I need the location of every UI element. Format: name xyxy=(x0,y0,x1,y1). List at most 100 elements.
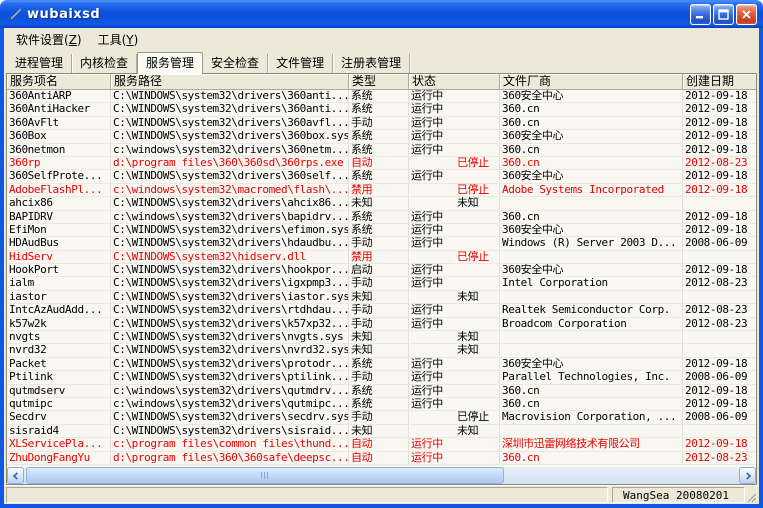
tab-process[interactable]: 进程管理 xyxy=(7,54,72,73)
cell-name: qutmipc xyxy=(7,398,111,410)
resize-grip[interactable] xyxy=(745,490,758,503)
cell-type: 手动 xyxy=(349,237,409,249)
cell-date: 2012-08-23 xyxy=(683,277,756,289)
cell-path: C:\WINDOWS\system32\drivers\k57xp32... xyxy=(111,318,349,330)
cell-vendor: 360.cn xyxy=(500,452,683,464)
minimize-button[interactable] xyxy=(690,4,711,25)
cell-vendor xyxy=(500,425,683,437)
column-header-path[interactable]: 服务路径 xyxy=(111,74,349,90)
menu-item-tools[interactable]: 工具(Y) xyxy=(90,28,147,51)
close-button[interactable] xyxy=(736,4,757,25)
cell-vendor: 360安全中心 xyxy=(500,130,683,142)
table-row[interactable]: SecdrvC:\WINDOWS\system32\drivers\secdrv… xyxy=(7,411,756,424)
table-row[interactable]: PacketC:\WINDOWS\system32\drivers\protod… xyxy=(7,358,756,371)
cell-path: C:\WINDOWS\system32\drivers\iastor.sys xyxy=(111,291,349,303)
thumb-grip-icon xyxy=(261,472,270,479)
tab-kernel[interactable]: 内核检查 xyxy=(72,54,137,73)
cell-vendor: 深圳市迅雷网络技术有限公司 xyxy=(500,438,683,450)
table-row[interactable]: HidServC:\WINDOWS\system32\hidserv.dll禁用… xyxy=(7,251,756,264)
cell-date: 2012-08-23 xyxy=(683,304,756,316)
cell-type: 自动 xyxy=(349,438,409,450)
sword-app-icon xyxy=(7,6,23,22)
column-header-name[interactable]: 服务项名 xyxy=(7,74,111,90)
cell-vendor: Adobe Systems Incorporated xyxy=(500,184,683,196)
scrollbar-track[interactable] xyxy=(24,467,739,484)
cell-name: BAPIDRV xyxy=(7,211,111,223)
cell-type: 未知 xyxy=(349,331,409,343)
cell-vendor: Macrovision Corporation, ... xyxy=(500,411,683,423)
table-row[interactable]: nvrd32C:\WINDOWS\system32\drivers\nvrd32… xyxy=(7,344,756,357)
table-row[interactable]: BAPIDRVc:\windows\system32\drivers\bapid… xyxy=(7,211,756,224)
cell-status: 运行中 xyxy=(409,385,500,397)
scroll-right-button[interactable] xyxy=(739,467,756,484)
table-row[interactable]: 360AntiARPC:\WINDOWS\system32\drivers\36… xyxy=(7,90,756,103)
column-header-vendor[interactable]: 文件厂商 xyxy=(500,74,683,90)
cell-path: C:\WINDOWS\system32\drivers\360anti... xyxy=(111,90,349,102)
table-row[interactable]: 360rpd:\program files\360\360sd\360rps.e… xyxy=(7,157,756,170)
cell-status: 运行中 xyxy=(409,264,500,276)
cell-path: C:\WINDOWS\system32\drivers\protodr... xyxy=(111,358,349,370)
column-header-status[interactable]: 状态 xyxy=(409,74,500,90)
titlebar[interactable]: wubaixsd xyxy=(0,0,763,28)
horizontal-scrollbar[interactable] xyxy=(7,467,756,484)
table-row[interactable]: ZhuDongFangYud:\program files\360\360saf… xyxy=(7,452,756,465)
table-row[interactable]: qutmipcc:\windows\system32\drivers\qutmi… xyxy=(7,398,756,411)
cell-type: 系统 xyxy=(349,224,409,236)
tab-registry[interactable]: 注册表管理 xyxy=(333,54,410,73)
cell-vendor: Parallel Technologies, Inc. xyxy=(500,371,683,383)
cell-name: 360netmon xyxy=(7,144,111,156)
table-row[interactable]: ialmC:\WINDOWS\system32\drivers\igxpmp3.… xyxy=(7,277,756,290)
cell-date: 2012-09-18 xyxy=(683,438,756,450)
scroll-left-button[interactable] xyxy=(7,467,24,484)
table-row[interactable]: XLServicePla...c:\program files\common f… xyxy=(7,438,756,451)
table-row[interactable]: HDAudBusC:\WINDOWS\system32\drivers\hdau… xyxy=(7,237,756,250)
cell-type: 系统 xyxy=(349,385,409,397)
service-table-panel: 服务项名服务路径类型状态文件厂商创建日期 360AntiARPC:\WINDOW… xyxy=(6,73,757,485)
maximize-button[interactable] xyxy=(713,4,734,25)
cell-path: C:\WINDOWS\system32\drivers\hookpor... xyxy=(111,264,349,276)
table-row[interactable]: 360netmonc:\windows\system32\drivers\360… xyxy=(7,144,756,157)
cell-vendor xyxy=(500,197,683,209)
cell-status: 已停止 xyxy=(409,184,500,196)
cell-type: 手动 xyxy=(349,304,409,316)
table-row[interactable]: sisraid4C:\WINDOWS\system32\drivers\sisr… xyxy=(7,425,756,438)
tab-security[interactable]: 安全检查 xyxy=(203,54,268,73)
cell-type: 系统 xyxy=(349,103,409,115)
tab-service[interactable]: 服务管理 xyxy=(137,52,203,74)
tab-file[interactable]: 文件管理 xyxy=(268,54,333,73)
cell-date: 2012-09-18 xyxy=(683,264,756,276)
table-row[interactable]: 360AvFltC:\WINDOWS\system32\drivers\360a… xyxy=(7,117,756,130)
cell-status: 已停止 xyxy=(409,157,500,169)
menu-item-software-settings[interactable]: 软件设置(Z) xyxy=(8,28,90,51)
cell-date: 2012-09-18 xyxy=(683,117,756,129)
table-row[interactable]: 360AntiHackerC:\WINDOWS\system32\drivers… xyxy=(7,103,756,116)
chevron-left-icon xyxy=(12,472,20,480)
column-header-type[interactable]: 类型 xyxy=(349,74,409,90)
table-row[interactable]: iastorC:\WINDOWS\system32\drivers\iastor… xyxy=(7,291,756,304)
table-row[interactable]: PtilinkC:\WINDOWS\system32\drivers\ptili… xyxy=(7,371,756,384)
cell-vendor xyxy=(500,291,683,303)
cell-status: 运行中 xyxy=(409,438,500,450)
cell-path: C:\WINDOWS\system32\drivers\hdaudbu... xyxy=(111,237,349,249)
table-row[interactable]: IntcAzAudAdd...C:\WINDOWS\system32\drive… xyxy=(7,304,756,317)
cell-path: c:\windows\system32\drivers\bapidrv... xyxy=(111,211,349,223)
statusbar: WangSea 20080201 xyxy=(4,485,759,504)
table-row[interactable]: 360BoxC:\WINDOWS\system32\drivers\360box… xyxy=(7,130,756,143)
cell-name: XLServicePla... xyxy=(7,438,111,450)
table-row[interactable]: qutmdservc:\windows\system32\drivers\qut… xyxy=(7,385,756,398)
table-row[interactable]: AdobeFlashPl...c:\windows\system32\macro… xyxy=(7,184,756,197)
cell-path: C:\WINDOWS\system32\drivers\ptilink... xyxy=(111,371,349,383)
cell-status: 运行中 xyxy=(409,358,500,370)
column-header-date[interactable]: 创建日期 xyxy=(683,74,756,90)
cell-name: 360AntiARP xyxy=(7,90,111,102)
table-row[interactable]: HookPortC:\WINDOWS\system32\drivers\hook… xyxy=(7,264,756,277)
cell-date: 2008-06-09 xyxy=(683,371,756,383)
cell-name: Secdrv xyxy=(7,411,111,423)
table-row[interactable]: EfiMonC:\WINDOWS\system32\drivers\efimon… xyxy=(7,224,756,237)
cell-date: 2012-09-18 xyxy=(683,130,756,142)
table-row[interactable]: k57w2kC:\WINDOWS\system32\drivers\k57xp3… xyxy=(7,318,756,331)
table-row[interactable]: 360SelfProte...C:\WINDOWS\system32\drive… xyxy=(7,170,756,183)
scrollbar-thumb[interactable] xyxy=(26,467,504,484)
table-row[interactable]: nvgtsC:\WINDOWS\system32\drivers\nvgts.s… xyxy=(7,331,756,344)
table-row[interactable]: ahcix86C:\WINDOWS\system32\drivers\ahcix… xyxy=(7,197,756,210)
